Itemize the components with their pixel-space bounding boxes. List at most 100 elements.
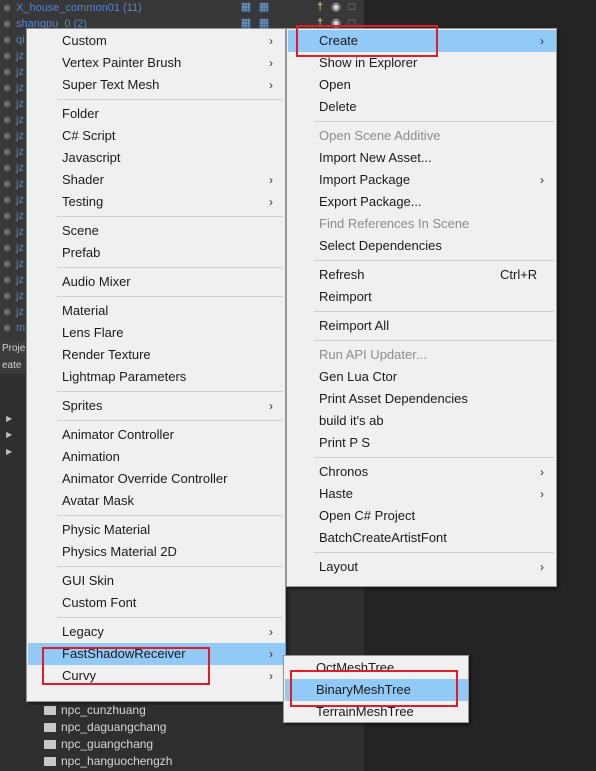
menu-item-open-c-project[interactable]: Open C# Project <box>288 505 556 527</box>
create-submenu: Custom › Vertex Painter Brush › Super Text M… <box>26 28 286 702</box>
menu-item-layout[interactable]: Layout › <box>288 556 556 578</box>
menu-item-select-dependencies[interactable]: Select Dependencies <box>288 235 556 257</box>
gameobject-icon <box>3 276 11 284</box>
chevron-right-icon: › <box>540 173 544 187</box>
menu-separator <box>57 617 283 618</box>
menu-item-super-text-mesh[interactable]: Super Text Mesh › <box>28 74 285 96</box>
menu-item-delete[interactable]: Delete <box>288 96 556 118</box>
hierarchy-row-label: jz <box>16 178 24 190</box>
chevron-right-icon: › <box>269 625 273 639</box>
menu-item-shader[interactable]: Shader › <box>28 169 285 191</box>
menu-item-sprites[interactable]: Sprites › <box>28 395 285 417</box>
menu-item-label: Layout <box>319 559 359 574</box>
prefab-icon[interactable]: ▦ <box>258 1 270 14</box>
menu-item-lens-flare[interactable]: Lens Flare <box>28 322 285 344</box>
menu-item-label: Select Dependencies <box>319 238 442 253</box>
hierarchy-row[interactable]: X_house_common01 (11) ▦ ▦ † ◉ □ <box>0 0 364 16</box>
chevron-right-icon: › <box>269 647 273 661</box>
menu-item-open[interactable]: Open <box>288 74 556 96</box>
menu-item-c-script[interactable]: C# Script <box>28 125 285 147</box>
hierarchy-row-label: jz <box>16 258 24 270</box>
menu-item-label: Print Asset Dependencies <box>319 391 468 406</box>
menu-item-legacy[interactable]: Legacy › <box>28 621 285 643</box>
menu-separator <box>57 566 283 567</box>
menu-item-physic-material[interactable]: Physic Material <box>28 519 285 541</box>
menu-item-label: Refresh <box>319 267 365 282</box>
menu-item-animator-override-controller[interactable]: Animator Override Controller <box>28 468 285 490</box>
menu-item-refresh[interactable]: Refresh Ctrl+R <box>288 264 556 286</box>
menu-item-gui-skin[interactable]: GUI Skin <box>28 570 285 592</box>
menu-item-scene[interactable]: Scene <box>28 220 285 242</box>
menu-item-build-it-s-ab[interactable]: build it's ab <box>288 410 556 432</box>
menu-item-haste[interactable]: Haste › <box>288 483 556 505</box>
menu-item-animation[interactable]: Animation <box>28 446 285 468</box>
tree-expand-arrow-icon[interactable]: ▶ <box>6 414 12 423</box>
hierarchy-row-label: jz <box>16 50 24 62</box>
lock-icon[interactable]: □ <box>346 1 358 14</box>
lock-icon[interactable]: † <box>314 1 326 14</box>
menu-separator <box>314 340 554 341</box>
menu-separator <box>57 420 283 421</box>
menu-item-custom-font[interactable]: Custom Font <box>28 592 285 614</box>
menu-item-label: Import New Asset... <box>319 150 432 165</box>
folder-icon <box>44 740 56 749</box>
menu-item-material[interactable]: Material <box>28 300 285 322</box>
menu-item-label: Custom <box>62 33 107 48</box>
gameobject-icon <box>3 4 11 12</box>
menu-item-print-asset-dependencies[interactable]: Print Asset Dependencies <box>288 388 556 410</box>
menu-separator <box>314 121 554 122</box>
annotation-box-binarymeshtree <box>290 670 458 707</box>
prefab-icon[interactable]: ▦ <box>240 1 252 14</box>
hierarchy-row-label: jz <box>16 242 24 254</box>
menu-item-avatar-mask[interactable]: Avatar Mask <box>28 490 285 512</box>
menu-item-batchcreateartistfont[interactable]: BatchCreateArtistFont <box>288 527 556 549</box>
tree-expand-arrow-icon[interactable]: ▶ <box>6 447 12 456</box>
chevron-right-icon: › <box>540 465 544 479</box>
menu-item-physics-material-2d[interactable]: Physics Material 2D <box>28 541 285 563</box>
folder-item[interactable]: npc_cunzhuang <box>44 702 146 719</box>
menu-item-import-package[interactable]: Import Package › <box>288 169 556 191</box>
hierarchy-row-label: jz <box>16 194 24 206</box>
menu-separator <box>57 216 283 217</box>
menu-item-import-new-asset[interactable]: Import New Asset... <box>288 147 556 169</box>
menu-item-label: build it's ab <box>319 413 384 428</box>
hierarchy-row-label: jz <box>16 274 24 286</box>
hierarchy-row-label: jz <box>16 146 24 158</box>
menu-item-animator-controller[interactable]: Animator Controller <box>28 424 285 446</box>
folder-item[interactable]: npc_hanguochengzh <box>44 753 172 770</box>
gameobject-icon <box>3 324 11 332</box>
tree-expand-arrow-icon[interactable]: ▶ <box>6 430 12 439</box>
menu-item-label: Scene <box>62 223 99 238</box>
chevron-right-icon: › <box>269 56 273 70</box>
eye-icon[interactable]: ◉ <box>330 1 342 14</box>
chevron-right-icon: › <box>540 560 544 574</box>
menu-item-render-texture[interactable]: Render Texture <box>28 344 285 366</box>
menu-item-gen-lua-ctor[interactable]: Gen Lua Ctor <box>288 366 556 388</box>
menu-item-vertex-painter-brush[interactable]: Vertex Painter Brush › <box>28 52 285 74</box>
menu-item-label: Physics Material 2D <box>62 544 177 559</box>
menu-item-lightmap-parameters[interactable]: Lightmap Parameters <box>28 366 285 388</box>
menu-item-print-p-s[interactable]: Print P S <box>288 432 556 454</box>
menu-item-reimport[interactable]: Reimport <box>288 286 556 308</box>
menu-item-testing[interactable]: Testing › <box>28 191 285 213</box>
menu-item-shortcut: Ctrl+R <box>500 267 538 282</box>
menu-item-label: Audio Mixer <box>62 274 131 289</box>
menu-item-reimport-all[interactable]: Reimport All <box>288 315 556 337</box>
menu-item-chronos[interactable]: Chronos › <box>288 461 556 483</box>
folder-item-label: npc_cunzhuang <box>61 703 146 717</box>
hierarchy-row-label: jz <box>16 114 24 126</box>
gameobject-icon <box>3 132 11 140</box>
menu-item-javascript[interactable]: Javascript <box>28 147 285 169</box>
menu-item-prefab[interactable]: Prefab <box>28 242 285 264</box>
menu-item-custom[interactable]: Custom › <box>28 30 285 52</box>
menu-item-audio-mixer[interactable]: Audio Mixer <box>28 271 285 293</box>
menu-item-label: Find References In Scene <box>319 216 470 231</box>
annotation-box-fastshadowreceiver <box>42 647 210 685</box>
menu-item-folder[interactable]: Folder <box>28 103 285 125</box>
menu-item-label: Physic Material <box>62 522 151 537</box>
menu-item-export-package[interactable]: Export Package... <box>288 191 556 213</box>
folder-item[interactable]: npc_daguangchang <box>44 719 166 736</box>
gameobject-icon <box>3 68 11 76</box>
menu-item-label: Reimport <box>319 289 372 304</box>
folder-item[interactable]: npc_guangchang <box>44 736 153 753</box>
